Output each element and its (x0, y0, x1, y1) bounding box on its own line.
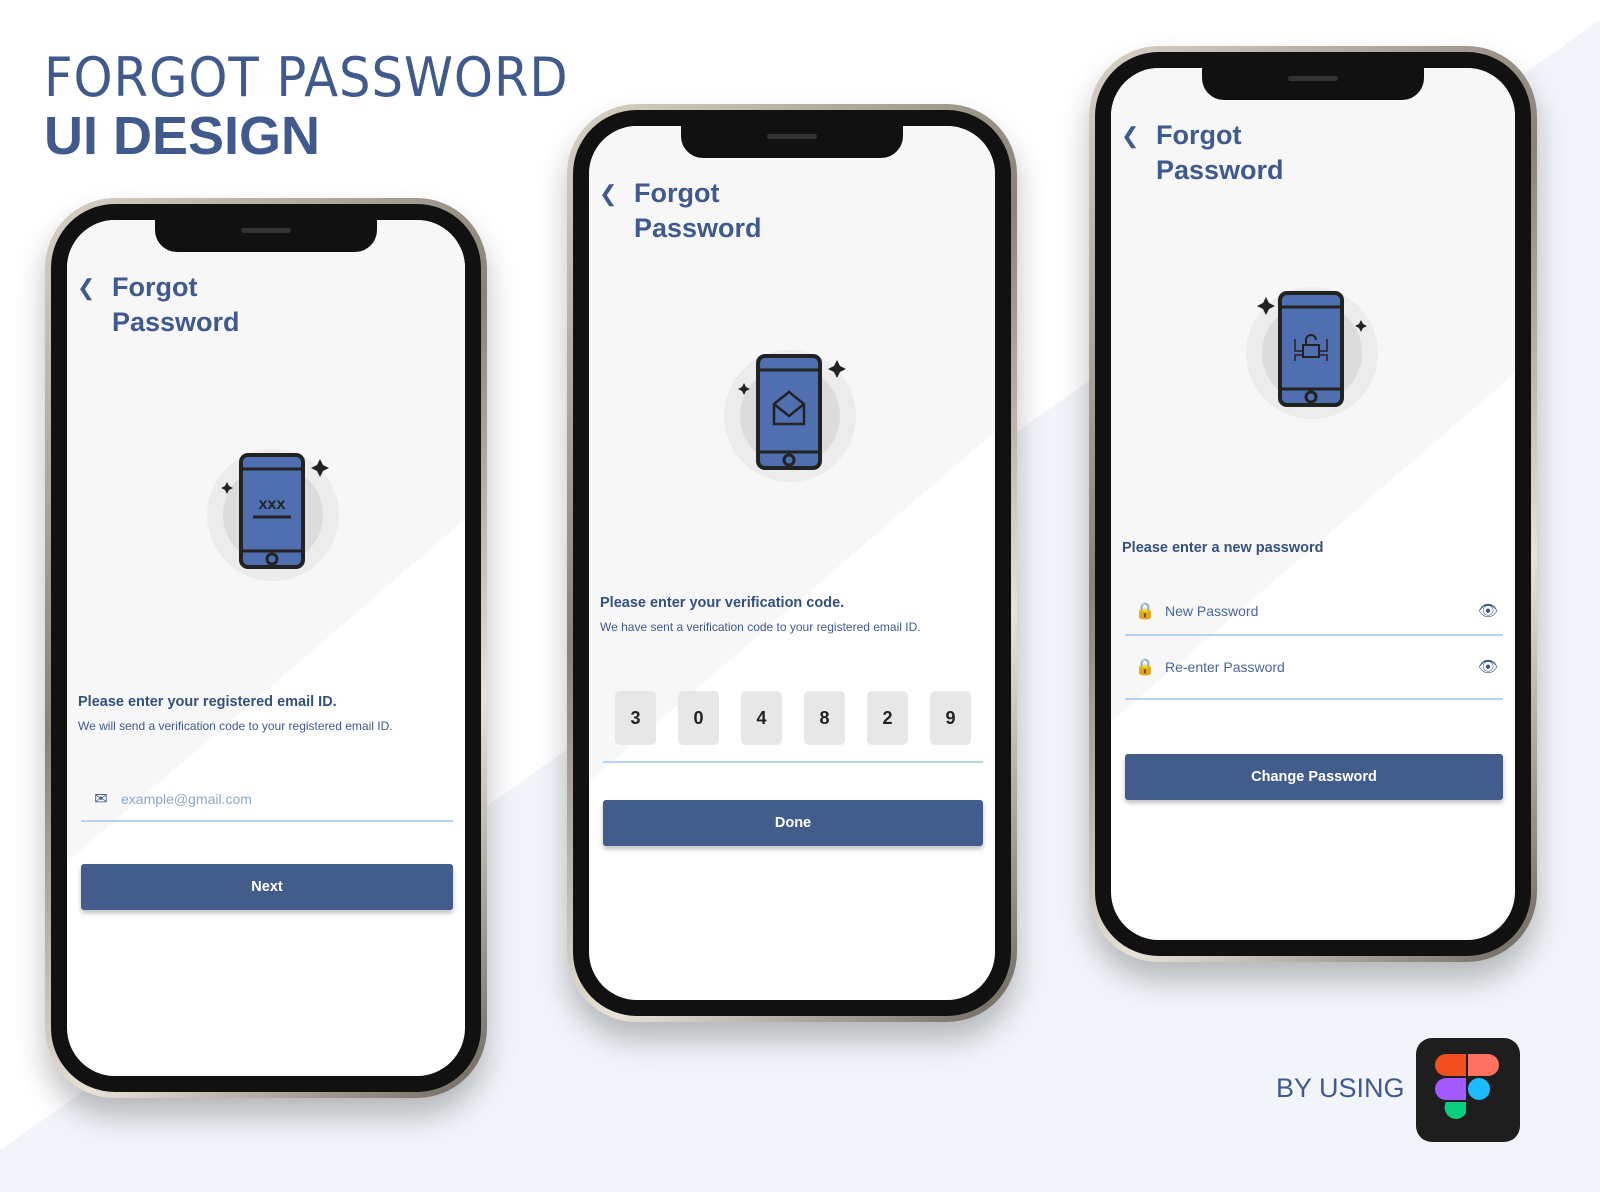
code-digit[interactable]: 4 (741, 691, 782, 745)
email-field[interactable]: ✉ example@gmail.com (81, 778, 453, 822)
phone-mail-icon (724, 346, 864, 491)
screen-email: ❮ Forgot Password xxx Please enter your … (67, 220, 465, 1076)
screen-title: Forgot Password (634, 178, 762, 243)
by-using-label: BY USING (1276, 1073, 1405, 1103)
eye-icon[interactable]: 👁 (1473, 657, 1503, 677)
screen-title: Forgot Password (112, 272, 240, 337)
verification-code-input[interactable]: 3 0 4 8 2 9 (603, 691, 983, 745)
code-digit[interactable]: 9 (930, 691, 971, 745)
instruction-heading: Please enter your verification code. (600, 595, 845, 611)
code-digit[interactable]: 2 (867, 691, 908, 745)
chevron-left-icon: ❮ (599, 181, 618, 206)
code-digit[interactable]: 3 (615, 691, 656, 745)
chevron-left-icon: ❮ (1121, 123, 1140, 148)
back-button[interactable]: ❮ (599, 181, 617, 207)
instruction-heading: Please enter your registered email ID. (78, 694, 337, 710)
screen-new-password: ❮ Forgot Password Please enter a new pas… (1111, 68, 1515, 940)
notch (681, 126, 903, 158)
svg-text:xxx: xxx (259, 496, 286, 513)
instruction-subtext: We will send a verification code to your… (78, 719, 393, 733)
change-password-button[interactable]: Change Password (1125, 754, 1503, 800)
phone-password-icon: xxx (207, 445, 347, 590)
email-placeholder: example@gmail.com (121, 791, 252, 807)
screen-verification: ❮ Forgot Password Please enter your veri… (589, 126, 995, 1000)
phone-mockup-email: ❮ Forgot Password xxx Please enter your … (45, 198, 487, 1098)
instruction-heading: Please enter a new password (1122, 540, 1324, 556)
chevron-left-icon: ❮ (77, 275, 96, 300)
phone-unlock-icon (1246, 283, 1386, 428)
reenter-password-field[interactable]: 🔒 Re-enter Password 👁 (1125, 636, 1503, 700)
phone-mockup-new-password: ❮ Forgot Password Please enter a new pas… (1089, 46, 1537, 962)
code-underline (603, 745, 983, 763)
screen-title: Forgot Password (1156, 120, 1284, 185)
phone-mockup-verification: ❮ Forgot Password Please enter your veri… (567, 104, 1017, 1022)
eye-icon[interactable]: 👁 (1473, 601, 1503, 621)
notch (155, 220, 377, 252)
back-button[interactable]: ❮ (77, 275, 95, 301)
headline-line2: UI DESIGN (44, 106, 321, 166)
headline: FORGOT PASSWORD UI DESIGN (44, 46, 614, 166)
code-digit[interactable]: 8 (804, 691, 845, 745)
lock-icon: 🔒 (1135, 659, 1155, 676)
new-password-placeholder: New Password (1165, 603, 1259, 619)
headline-line1: FORGOT PASSWORD (44, 46, 569, 109)
envelope-icon: ✉ (94, 791, 108, 808)
done-button[interactable]: Done (603, 800, 983, 846)
instruction-subtext: We have sent a verification code to your… (600, 620, 921, 634)
notch (1202, 68, 1424, 100)
code-digit[interactable]: 0 (678, 691, 719, 745)
back-button[interactable]: ❮ (1121, 123, 1139, 149)
next-button[interactable]: Next (81, 864, 453, 910)
figma-logo-icon (1416, 1038, 1520, 1142)
reenter-password-placeholder: Re-enter Password (1165, 659, 1285, 675)
lock-icon: 🔒 (1135, 603, 1155, 620)
new-password-field[interactable]: 🔒 New Password 👁 (1125, 588, 1503, 636)
